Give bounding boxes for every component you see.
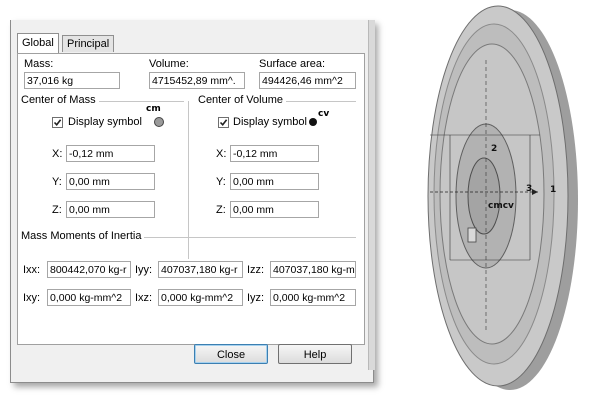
com-x-field[interactable]: -0,12 mm <box>66 145 155 162</box>
com-display-symbol-label: Display symbol <box>68 116 142 128</box>
axis-1-label: 1 <box>550 185 557 195</box>
surface-area-field[interactable]: 494426,46 mm^2 <box>259 72 356 89</box>
com-z-label: Z: <box>52 204 62 216</box>
cv-symbol-text: cv <box>318 109 330 119</box>
axis-3-label: 3 <box>526 184 533 194</box>
ixx-label: Ixx: <box>23 264 41 276</box>
cv-symbol-icon <box>309 118 317 126</box>
tab-principal[interactable]: Principal <box>62 35 115 52</box>
close-button[interactable]: Close <box>194 344 268 364</box>
volume-field[interactable]: 4715452,89 mm^. <box>149 72 245 89</box>
ixz-label: Ixz: <box>135 292 153 304</box>
com-group-title: Center of Mass <box>21 94 99 106</box>
iyy-field[interactable]: 407037,180 kg-r <box>158 261 243 278</box>
mass-properties-dialog: Global Principal Mass: 37,016 kg Volume:… <box>10 20 375 383</box>
cov-display-symbol-label: Display symbol <box>233 116 307 128</box>
pulley-3d-view[interactable]: 2 3 1 cmcv <box>390 0 590 394</box>
iyy-label: Iyy: <box>135 264 153 276</box>
dialog-edge-scrollbar[interactable] <box>368 20 375 370</box>
mass-label: Mass: <box>24 58 54 70</box>
ixx-field[interactable]: 800442,070 kg-r <box>47 261 131 278</box>
keyway <box>467 227 477 243</box>
cov-group-title: Center of Volume <box>198 94 286 106</box>
pulley-model[interactable] <box>390 0 590 394</box>
mass-field[interactable]: 37,016 kg <box>24 72 120 89</box>
ixz-field[interactable]: 0,000 kg-mm^2 <box>158 289 243 306</box>
cm-symbol-text: cm <box>146 104 161 114</box>
group-divider <box>188 101 189 259</box>
cov-z-field[interactable]: 0,00 mm <box>230 201 319 218</box>
com-display-symbol-checkbox[interactable] <box>52 117 63 128</box>
cov-y-label: Y: <box>216 176 226 188</box>
surface-area-label: Surface area: <box>259 58 326 70</box>
com-x-label: X: <box>52 148 63 160</box>
cov-y-field[interactable]: 0,00 mm <box>230 173 319 190</box>
volume-label: Volume: <box>149 58 189 70</box>
cmcv-label: cmcv <box>488 201 514 211</box>
pulley-bore <box>467 157 501 235</box>
com-y-label: Y: <box>52 176 62 188</box>
help-button[interactable]: Help <box>278 344 352 364</box>
cm-symbol-icon <box>154 117 164 127</box>
ixy-label: Ixy: <box>23 292 41 304</box>
com-z-field[interactable]: 0,00 mm <box>66 201 155 218</box>
axis-2-label: 2 <box>491 144 498 154</box>
izz-label: Izz: <box>247 264 265 276</box>
cov-display-symbol-checkbox[interactable] <box>218 117 229 128</box>
izz-field[interactable]: 407037,180 kg-mi <box>270 261 356 278</box>
com-y-field[interactable]: 0,00 mm <box>66 173 155 190</box>
checkmark-icon <box>219 119 228 127</box>
tab-global[interactable]: Global <box>17 33 59 53</box>
cov-x-label: X: <box>216 148 227 160</box>
checkmark-icon <box>53 119 62 127</box>
inertia-group-title: Mass Moments of Inertia <box>21 230 145 242</box>
tab-panel-global: Mass: 37,016 kg Volume: 4715452,89 mm^. … <box>17 53 365 345</box>
cov-x-field[interactable]: -0,12 mm <box>230 145 319 162</box>
cov-z-label: Z: <box>216 204 226 216</box>
iyz-label: Iyz: <box>247 292 265 304</box>
ixy-field[interactable]: 0,000 kg-mm^2 <box>47 289 131 306</box>
iyz-field[interactable]: 0,000 kg-mm^2 <box>270 289 356 306</box>
